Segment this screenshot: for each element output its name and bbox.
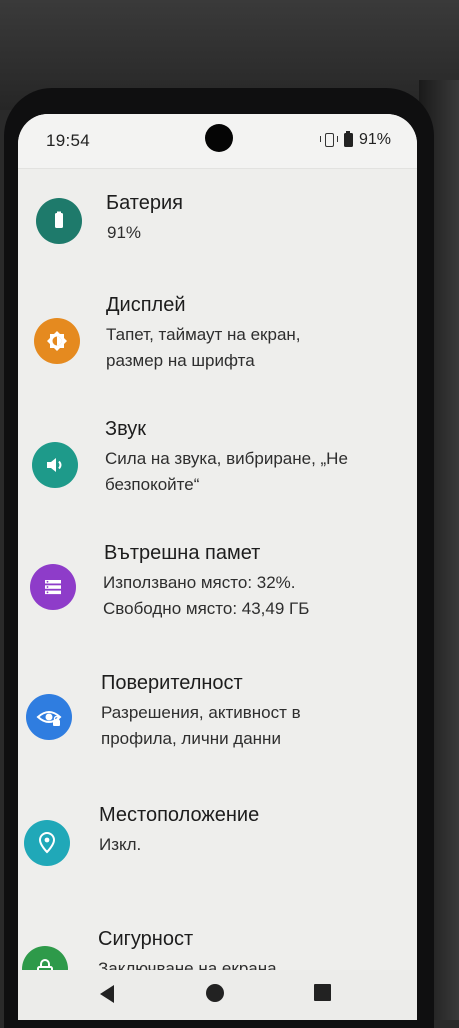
camera-cutout: [205, 124, 233, 152]
back-icon[interactable]: [98, 984, 116, 1004]
settings-item-location[interactable]: Местоположение Изкл.: [18, 802, 417, 882]
privacy-eye-icon: [26, 694, 72, 740]
settings-item-subtitle: Разрешения, активност в: [101, 703, 301, 722]
settings-item-subtitle: размер на шрифта: [106, 351, 255, 370]
settings-item-title: Дисплей: [106, 294, 186, 316]
settings-item-title: Батерия: [106, 192, 183, 214]
settings-item-display[interactable]: Дисплей Тапет, таймаут на екран, размер …: [18, 292, 417, 392]
vibrate-icon: [319, 132, 338, 148]
settings-item-title: Поверителност: [101, 672, 243, 694]
settings-item-title: Сигурност: [98, 928, 194, 950]
status-bar: 19:54 91%: [18, 114, 417, 169]
location-pin-icon: [24, 820, 70, 866]
navigation-bar: [18, 970, 417, 1020]
storage-icon: [30, 564, 76, 610]
settings-item-title: Вътрешна памет: [104, 542, 261, 564]
status-indicators: 91%: [319, 131, 391, 149]
settings-item-subtitle: Тапет, таймаут на екран,: [106, 325, 301, 344]
brightness-icon: [34, 318, 80, 364]
settings-item-subtitle: профила, лични данни: [101, 729, 281, 748]
recents-icon[interactable]: [314, 984, 331, 1001]
settings-item-privacy[interactable]: Поверителност Разрешения, активност в пр…: [18, 670, 417, 770]
settings-item-sound[interactable]: Звук Сила на звука, вибриране, „Не безпо…: [18, 416, 417, 516]
settings-item-subtitle: Използвано място: 32%.: [103, 573, 296, 592]
settings-item-subtitle: безпокойте“: [105, 475, 200, 494]
status-time: 19:54: [46, 131, 91, 150]
settings-item-subtitle: Сила на звука, вибриране, „Не: [105, 449, 348, 468]
settings-item-battery[interactable]: Батерия 91%: [18, 190, 417, 280]
settings-item-subtitle: Свободно място: 43,49 ГБ: [103, 599, 310, 618]
battery-icon: [36, 198, 82, 244]
settings-item-title: Местоположение: [99, 804, 260, 826]
volume-icon: [32, 442, 78, 488]
settings-item-title: Звук: [105, 418, 147, 440]
settings-item-subtitle: Изкл.: [99, 835, 142, 854]
settings-item-subtitle: 91%: [107, 223, 142, 242]
home-icon[interactable]: [206, 984, 224, 1002]
settings-item-storage[interactable]: Вътрешна памет Използвано място: 32%. Св…: [18, 540, 417, 640]
phone-screen: 19:54 91% Батерия 91% Дисплей Тапет, тай…: [18, 114, 417, 1020]
battery-percent: 91%: [358, 131, 391, 148]
battery-icon: [343, 131, 353, 147]
